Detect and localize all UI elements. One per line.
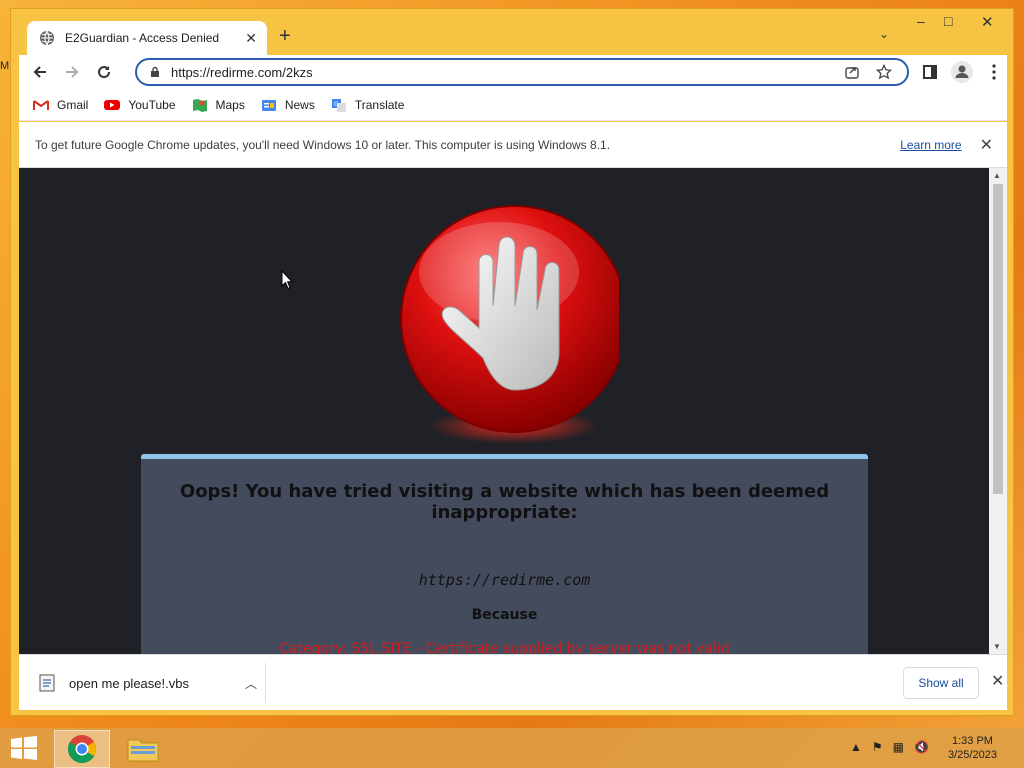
menu-kebab-icon[interactable] bbox=[983, 61, 1005, 83]
divider bbox=[265, 663, 266, 703]
stop-hand-icon bbox=[389, 202, 628, 452]
scroll-thumb[interactable] bbox=[993, 184, 1003, 494]
bookmark-news[interactable]: News bbox=[261, 98, 315, 112]
script-file-icon bbox=[39, 674, 55, 692]
globe-icon bbox=[40, 30, 54, 46]
scroll-up-icon[interactable]: ▲ bbox=[993, 171, 1001, 180]
learn-more-link[interactable]: Learn more bbox=[900, 138, 961, 152]
bookmark-label: Gmail bbox=[57, 97, 89, 112]
address-bar[interactable]: https://redirme.com/2kzs bbox=[135, 58, 909, 86]
clock-date: 3/25/2023 bbox=[948, 749, 997, 761]
mouse-cursor-icon bbox=[281, 270, 293, 290]
minimize-icon[interactable]: – bbox=[917, 13, 925, 29]
infobar-close-icon[interactable]: ✕ bbox=[980, 135, 993, 155]
new-tab-icon[interactable]: + bbox=[279, 25, 291, 48]
windows-start-icon[interactable] bbox=[10, 736, 38, 760]
gmail-icon bbox=[33, 99, 49, 110]
profile-avatar-icon[interactable] bbox=[951, 61, 973, 83]
infobar-message: To get future Google Chrome updates, you… bbox=[35, 137, 611, 152]
tab-active[interactable]: E2Guardian - Access Denied ✕ bbox=[27, 21, 267, 55]
maximize-icon[interactable]: □ bbox=[944, 13, 952, 29]
download-file-name: open me please!.vbs bbox=[69, 675, 189, 691]
chrome-icon bbox=[68, 735, 96, 763]
denied-headline: Oops! You have tried visiting a website … bbox=[179, 481, 830, 523]
taskbar-chrome[interactable] bbox=[54, 730, 110, 768]
download-item[interactable]: open me please!.vbs ︿ bbox=[39, 669, 257, 697]
bookmark-gmail[interactable]: Gmail bbox=[33, 98, 88, 112]
bookmark-maps[interactable]: Maps bbox=[192, 98, 245, 112]
desktop-edge-text: M bbox=[0, 60, 10, 72]
denied-panel: Oops! You have tried visiting a website … bbox=[141, 454, 868, 654]
network-icon[interactable]: ▦ bbox=[893, 740, 904, 754]
system-tray: ▲ ⚑ ▦ 🔇 bbox=[850, 740, 939, 754]
download-bar-close-icon[interactable]: ✕ bbox=[991, 671, 1004, 691]
bookmark-label: Maps bbox=[215, 97, 245, 112]
download-bar: open me please!.vbs ︿ Show all ✕ bbox=[19, 654, 1007, 710]
bookmark-label: News bbox=[284, 97, 315, 112]
show-hidden-icons-icon[interactable]: ▲ bbox=[850, 740, 862, 754]
close-window-icon[interactable]: ✕ bbox=[981, 13, 994, 31]
bookmark-label: Translate bbox=[354, 97, 405, 112]
forward-icon[interactable] bbox=[61, 61, 83, 83]
maps-icon bbox=[192, 98, 207, 112]
news-icon bbox=[261, 99, 276, 111]
chrome-window: E2Guardian - Access Denied ✕ + ⌄ – □ ✕ h… bbox=[10, 8, 1014, 716]
scroll-down-icon[interactable]: ▼ bbox=[993, 642, 1001, 651]
bookmark-youtube[interactable]: YouTube bbox=[104, 97, 176, 112]
tab-close-icon[interactable]: ✕ bbox=[245, 30, 257, 47]
title-bar: E2Guardian - Access Denied ✕ + ⌄ – □ ✕ bbox=[11, 9, 1013, 55]
update-infobar: To get future Google Chrome updates, you… bbox=[19, 122, 1007, 168]
back-icon[interactable] bbox=[29, 61, 51, 83]
show-all-button[interactable]: Show all bbox=[903, 667, 979, 699]
toolbar: https://redirme.com/2kzs bbox=[19, 55, 1007, 89]
page-scrollbar[interactable]: ▲ ▼ bbox=[989, 168, 1007, 654]
tab-search-icon[interactable]: ⌄ bbox=[879, 27, 889, 41]
because-label: Because bbox=[471, 607, 538, 623]
bookmarks-bar: Gmail YouTube Maps News G Translate bbox=[19, 89, 1007, 121]
url-text[interactable]: https://redirme.com/2kzs bbox=[171, 65, 843, 80]
taskbar: ▲ ⚑ ▦ 🔇 1:33 PM 3/25/2023 bbox=[0, 728, 1024, 768]
side-panel-icon[interactable] bbox=[919, 61, 941, 83]
block-reason: Category: SSL SITE - Certificate supplie… bbox=[279, 641, 730, 654]
translate-icon: G bbox=[331, 98, 346, 112]
action-center-flag-icon[interactable]: ⚑ bbox=[872, 740, 883, 754]
blocked-site-url: https://redirme.com bbox=[418, 571, 591, 589]
youtube-icon bbox=[104, 99, 121, 110]
bookmark-label: YouTube bbox=[128, 97, 176, 112]
bookmark-translate[interactable]: G Translate bbox=[331, 97, 405, 112]
bookmark-star-icon[interactable] bbox=[875, 63, 893, 81]
volume-muted-icon[interactable]: 🔇 bbox=[914, 740, 929, 754]
lock-icon bbox=[151, 66, 159, 77]
folder-icon bbox=[127, 739, 159, 762]
tab-title: E2Guardian - Access Denied bbox=[65, 31, 220, 45]
page-content: Oops! You have tried visiting a website … bbox=[19, 168, 989, 654]
chevron-up-icon[interactable]: ︿ bbox=[245, 675, 257, 692]
clock-time: 1:33 PM bbox=[951, 735, 993, 747]
taskbar-file-explorer[interactable] bbox=[120, 730, 166, 768]
svg-text:G: G bbox=[334, 101, 339, 108]
share-icon[interactable] bbox=[843, 63, 861, 81]
reload-icon[interactable] bbox=[93, 61, 115, 83]
clock[interactable]: 1:33 PM 3/25/2023 bbox=[948, 734, 997, 762]
